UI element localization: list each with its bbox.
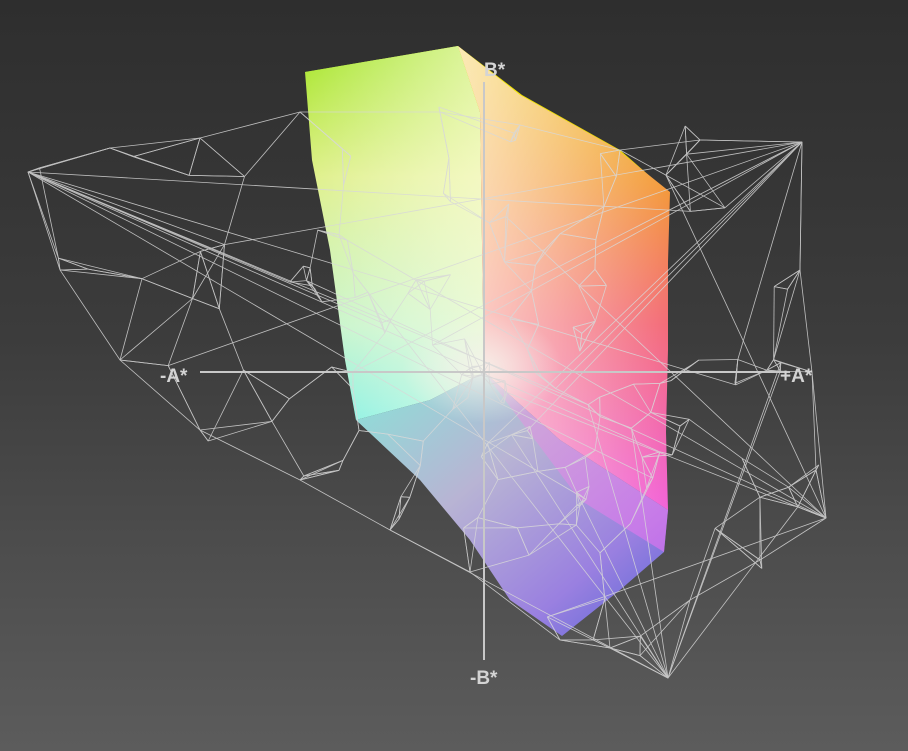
wireframe-edge [303,469,340,477]
gamut-diagram: B* -B* -A* +A* [27,46,827,689]
wireframe-edge [218,308,244,371]
axis-label-b-plus: B* [484,60,506,81]
wireframe-edge [199,137,245,177]
wireframe-edge [689,528,716,601]
wireframe-edge [684,125,701,141]
wireframe-edge [342,430,360,461]
wireframe-fan-edge [811,371,827,519]
axis-label-a-plus: +A* [780,366,813,387]
wireframe-edge [773,289,788,360]
wireframe-edge [188,137,201,176]
wireframe-fan-edge [799,141,803,271]
wireframe-edge [243,369,290,400]
wireframe-edge [132,137,201,157]
wireframe-edge [58,257,89,270]
wireframe-fan-edge [667,370,781,679]
wireframe-edge [306,267,311,281]
wireframe-edge [59,268,89,271]
wireframe-edge [189,175,245,177]
wireframe-edge [271,421,305,477]
wireframe-edge [698,359,738,361]
wireframe-edge [302,266,307,281]
wireframe-edge [724,141,803,209]
wireframe-edge [141,251,201,280]
wireframe-edge [192,298,220,310]
wireframe-edge [58,257,143,280]
wireframe-edge [207,369,244,442]
wireframe-fan-edge [667,506,799,679]
axis-label-a-minus: -A* [160,366,188,387]
wireframe-edge [244,111,301,177]
wireframe-edge [684,125,687,155]
wireframe-edge [714,496,761,529]
wireframe-edge [389,497,411,531]
wireframe-fan-edge [27,171,225,245]
wireframe-edge [639,655,669,679]
wireframe-edge [243,369,273,422]
wireframe-edge [773,269,801,360]
wireframe-edge [604,598,611,649]
wireframe-edge [714,527,763,569]
wireframe-edge [400,496,410,498]
wireframe-edge [670,359,700,381]
wireframe-edge [299,460,344,481]
axis-label-b-minus: -B* [470,668,498,689]
wireframe-edge [690,207,725,212]
wireframe-edge [303,265,311,269]
wireframe-edge [699,139,803,143]
gamut-white-point-glow [402,313,562,423]
wireframe-edge [787,269,801,290]
wireframe-edge [309,230,319,268]
wireframe-edge [208,421,273,442]
wireframe-edge [640,599,691,637]
wireframe-edge [759,486,789,498]
wireframe-edge [773,286,775,360]
wireframe-edge [578,285,607,287]
wireframe-edge [289,265,304,283]
wireframe-edge [141,278,193,299]
wireframe-edge [39,147,111,169]
wireframe-edge [199,421,273,431]
wireframe-edge [119,359,169,366]
wireframe-edge [271,398,290,422]
wireframe-edge [774,286,788,290]
color-gamut-solid [305,46,670,636]
wireframe-edge [119,278,143,361]
wireframe-edge [665,139,701,176]
wireframe-edge [788,464,819,488]
wireframe-edge [665,125,686,176]
wireframe-edge [688,418,743,459]
wireframe-edge [593,635,641,641]
